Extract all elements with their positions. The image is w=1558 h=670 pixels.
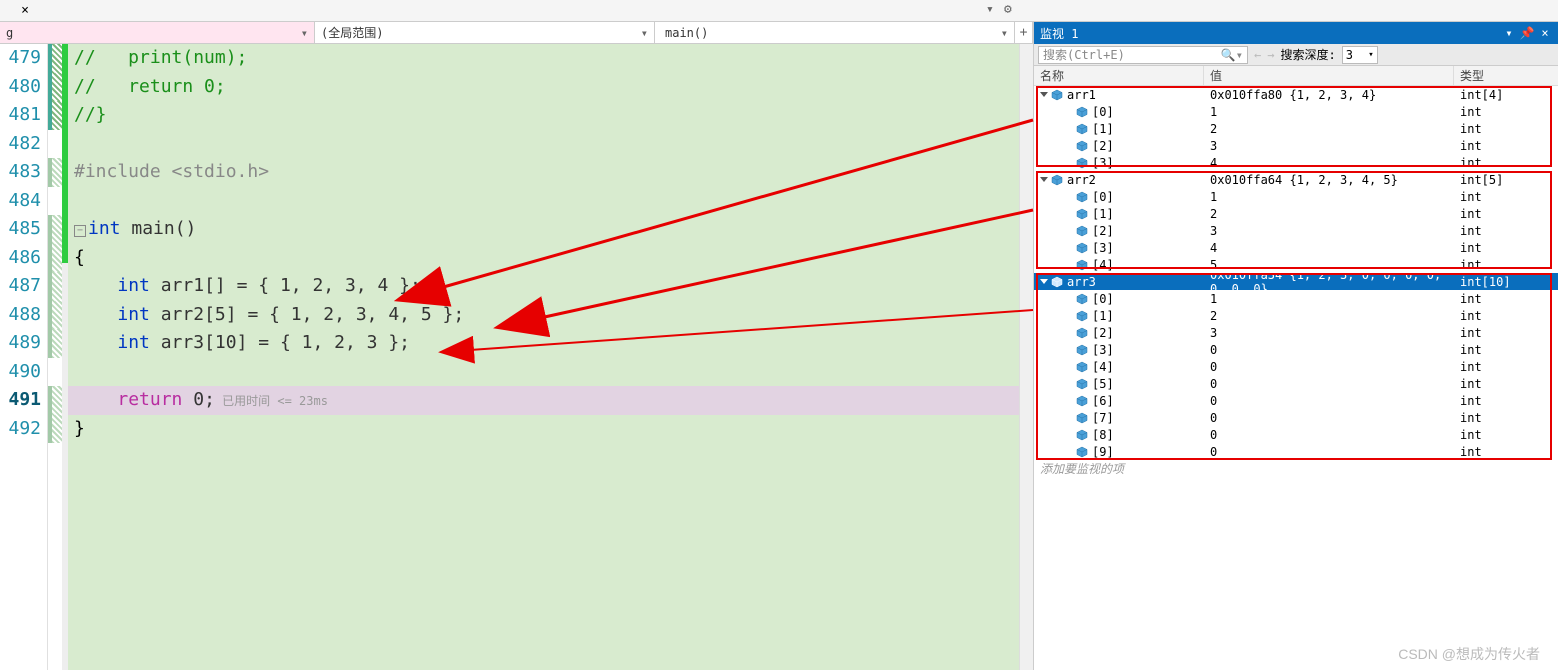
watch-search-input[interactable]: 搜索(Ctrl+E) 🔍▾: [1038, 46, 1248, 64]
watch-row-child[interactable]: [0]1int: [1034, 188, 1558, 205]
close-icon[interactable]: ×: [1538, 26, 1552, 40]
watch-row-parent[interactable]: arr30x010ffa34 {1, 2, 3, 0, 0, 0, 0, 0, …: [1034, 273, 1558, 290]
col-header-value[interactable]: 值: [1204, 66, 1454, 85]
scope-dropdown-3[interactable]: main() ▾: [655, 22, 1015, 43]
code-line[interactable]: [68, 130, 1019, 159]
pin-icon[interactable]: 📌: [1520, 26, 1534, 40]
watch-row-parent[interactable]: arr20x010ffa64 {1, 2, 3, 4, 5}int[5]: [1034, 171, 1558, 188]
watch-row-child[interactable]: [0]1int: [1034, 290, 1558, 307]
watch-row-child[interactable]: [3]0int: [1034, 341, 1558, 358]
code-line[interactable]: int arr3[10] = { 1, 2, 3 };: [68, 329, 1019, 358]
add-watch-item[interactable]: 添加要监视的项: [1034, 460, 1558, 477]
scope-dropdown-1[interactable]: g ▾: [0, 22, 315, 43]
add-scope-button[interactable]: +: [1015, 22, 1033, 43]
code-line[interactable]: int arr1[] = { 1, 2, 3, 4 };: [68, 272, 1019, 301]
window-dropdown-icon[interactable]: ▾: [1502, 26, 1516, 40]
depth-value: 3: [1346, 48, 1353, 62]
watch-row-child[interactable]: [1]2int: [1034, 205, 1558, 222]
code-line[interactable]: // return 0;: [68, 73, 1019, 102]
search-placeholder: 搜索(Ctrl+E): [1043, 46, 1125, 63]
watch-row-child[interactable]: [7]0int: [1034, 409, 1558, 426]
watch-row-child[interactable]: [8]0int: [1034, 426, 1558, 443]
chevron-down-icon: ▾: [1001, 26, 1008, 40]
chevron-down-icon: ▾: [641, 26, 648, 40]
watch-row-child[interactable]: [3]4int: [1034, 239, 1558, 256]
watch-body: arr10x010ffa80 {1, 2, 3, 4}int[4][0]1int…: [1034, 86, 1558, 670]
nav-next-button[interactable]: →: [1267, 48, 1274, 62]
col-header-name[interactable]: 名称: [1034, 66, 1204, 85]
watermark: CSDN @想成为传火者: [1398, 644, 1540, 664]
code-line[interactable]: }: [68, 415, 1019, 444]
nav-prev-button[interactable]: ←: [1254, 48, 1261, 62]
watch-row-child[interactable]: [9]0int: [1034, 443, 1558, 460]
watch-title-bar[interactable]: 监视 1 ▾ 📌 ×: [1034, 22, 1558, 44]
watch-row-child[interactable]: [0]1int: [1034, 103, 1558, 120]
code-line[interactable]: [68, 358, 1019, 387]
code-line[interactable]: #include <stdio.h>: [68, 158, 1019, 187]
scope-dropdown-2[interactable]: (全局范围) ▾: [315, 22, 655, 43]
watch-row-child[interactable]: [2]3int: [1034, 324, 1558, 341]
watch-row-child[interactable]: [3]4int: [1034, 154, 1558, 171]
scope1-label: g: [6, 26, 13, 40]
code-line[interactable]: {: [68, 244, 1019, 273]
watch-row-child[interactable]: [1]2int: [1034, 120, 1558, 137]
code-line[interactable]: int arr2[5] = { 1, 2, 3, 4, 5 };: [68, 301, 1019, 330]
code-line[interactable]: return 0; 已用时间 <= 23ms: [68, 386, 1019, 415]
watch-title-label: 监视 1: [1040, 25, 1498, 42]
vertical-scrollbar[interactable]: [1019, 44, 1033, 670]
watch-row-child[interactable]: [4]0int: [1034, 358, 1558, 375]
watch-panel: 监视 1 ▾ 📌 × 搜索(Ctrl+E) 🔍▾ ← → 搜索深度: 3 ▾ 名…: [1033, 22, 1558, 670]
watch-row-parent[interactable]: arr10x010ffa80 {1, 2, 3, 4}int[4]: [1034, 86, 1558, 103]
line-number-gutter: 4794804814824834844854864874884894904914…: [0, 44, 48, 670]
code-line[interactable]: −int main(): [68, 215, 1019, 244]
watch-row-child[interactable]: [2]3int: [1034, 137, 1558, 154]
chevron-down-icon: ▾: [1368, 50, 1373, 60]
watch-row-child[interactable]: [6]0int: [1034, 392, 1558, 409]
watch-row-child[interactable]: [2]3int: [1034, 222, 1558, 239]
watch-header-row: 名称 值 类型: [1034, 66, 1558, 86]
code-line[interactable]: //}: [68, 101, 1019, 130]
scope2-label: (全局范围): [321, 24, 383, 41]
gear-icon[interactable]: ⚙: [1004, 2, 1018, 16]
scope-dropdown-bar: g ▾ (全局范围) ▾ main() ▾ +: [0, 22, 1033, 44]
chevron-down-icon: ▾: [301, 26, 308, 40]
tab-bar: × ▾ ⚙: [0, 0, 1558, 22]
code-line[interactable]: [68, 187, 1019, 216]
depth-input[interactable]: 3 ▾: [1342, 46, 1378, 64]
col-header-type[interactable]: 类型: [1454, 66, 1558, 85]
scope3-label: main(): [665, 26, 708, 40]
watch-row-child[interactable]: [1]2int: [1034, 307, 1558, 324]
depth-label: 搜索深度:: [1280, 46, 1335, 63]
dropdown-caret-icon[interactable]: ▾: [986, 2, 1000, 16]
code-line[interactable]: // print(num);: [68, 44, 1019, 73]
watch-row-child[interactable]: [5]0int: [1034, 375, 1558, 392]
change-marker-strip: [48, 44, 62, 670]
search-icon: 🔍▾: [1221, 48, 1243, 62]
close-icon: ×: [21, 3, 29, 18]
close-tab-button[interactable]: ×: [0, 1, 50, 21]
code-editor[interactable]: // print(num);// return 0;//} #include <s…: [68, 44, 1019, 670]
watch-toolbar: 搜索(Ctrl+E) 🔍▾ ← → 搜索深度: 3 ▾: [1034, 44, 1558, 66]
